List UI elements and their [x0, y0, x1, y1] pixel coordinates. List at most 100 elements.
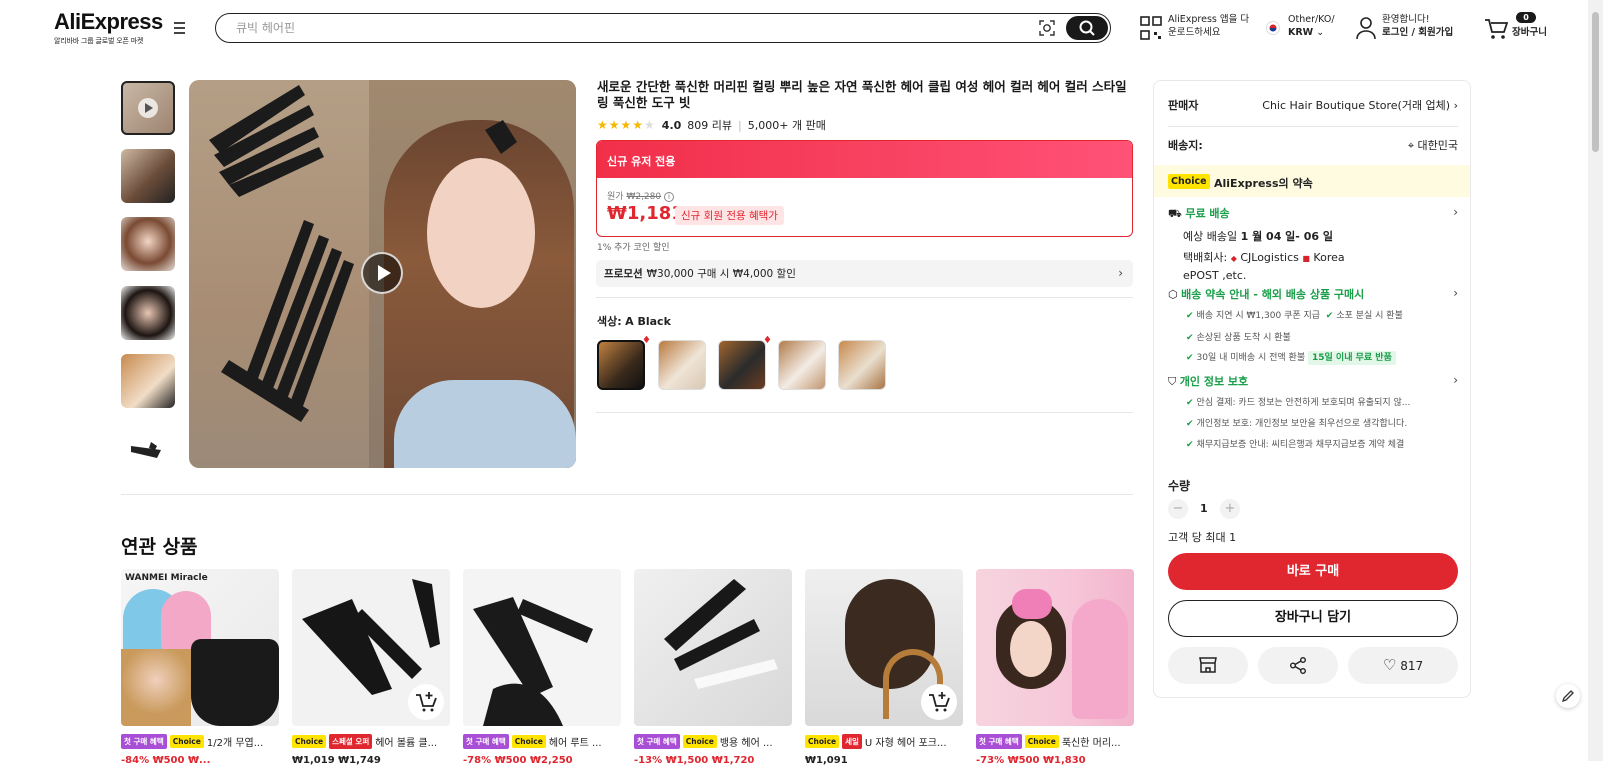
coin-discount-note: 1% 추가 코인 할인 [597, 243, 670, 253]
pink-clip-shape [1012, 589, 1052, 619]
product-name: 헤어 루트 ... [548, 738, 602, 749]
promo-header: 신규 유저 전용 [597, 141, 1132, 178]
sale-badge: 세일 [842, 734, 862, 749]
truck-icon: ⛟ [1168, 207, 1182, 220]
divider [596, 412, 1133, 413]
carrier-epost: ePOST ,etc. [1183, 269, 1247, 282]
product-image[interactable] [463, 569, 621, 726]
video-play-button[interactable] [361, 252, 403, 294]
aliexpress-logo[interactable]: AliExpress 알리바바 그룹 글로벌 오픈 마켓 [54, 9, 163, 46]
privacy-line: ✔ 안심 결제: 카드 정보는 안전하게 보호되며 유출되지 않... [1168, 395, 1458, 408]
wishlist-button[interactable]: ♡ 817 [1348, 647, 1458, 684]
hair-clip-icon [131, 442, 161, 458]
edit-feedback-button[interactable] [1556, 684, 1580, 708]
first-purchase-badge: 첫 구매 혜택 [634, 734, 680, 749]
chevron-right-icon: › [1453, 286, 1458, 300]
color-swatch-a-black[interactable] [597, 340, 645, 390]
info-icon[interactable]: i [663, 192, 674, 202]
related-product-card[interactable]: 첫 구매 혜택 Choice 푹신한 머리... -73% ₩500 ₩1,830 [976, 569, 1134, 766]
privacy-title: 개인 정보 보호 [1179, 375, 1249, 388]
main-product-image[interactable] [189, 80, 576, 468]
image-search-icon[interactable] [1038, 19, 1056, 37]
color-swatch[interactable] [778, 340, 826, 390]
chevron-right-icon: › [1453, 99, 1458, 112]
new-user-promo: 신규 유저 전용 원가 ₩2,280 i ₩1,181 신규 회원 전용 혜택가 [596, 140, 1133, 237]
chevron-right-icon: › [1118, 266, 1123, 280]
sold-count: 5,000+ 개 판매 [747, 119, 826, 132]
share-button[interactable] [1258, 647, 1338, 684]
delivery-promise-section[interactable]: ⬡ 배송 약속 안내 - 해외 배송 상품 구매시 › ✔ 배송 지연 시 ₩1,… [1168, 286, 1458, 365]
carrier-logo-icon: ■ [1302, 254, 1310, 263]
thumbnail-image[interactable] [121, 217, 175, 271]
product-line: 첫 구매 혜택 Choice 뱅용 헤어 ... [634, 734, 792, 749]
seller-label: 판매자 [1168, 99, 1199, 112]
thumbnail-image[interactable] [121, 354, 175, 408]
choice-badge: Choice [169, 735, 204, 748]
related-product-card[interactable]: 첫 구매 혜택 Choice 뱅용 헤어 ... -13% ₩1,500 ₩1,72… [634, 569, 792, 766]
hot-icon: ♦ [642, 335, 651, 346]
product-title: 새로운 간단한 푹신한 머리핀 컬링 뿌리 높은 자연 푹신한 헤어 클립 여성… [597, 79, 1127, 110]
thumbnail-image[interactable] [121, 286, 175, 340]
carrier-cj: CJLogistics [1240, 251, 1299, 264]
product-image[interactable] [634, 569, 792, 726]
carrier-label: 택배회사: [1183, 251, 1228, 264]
menu-icon[interactable] [174, 22, 188, 36]
check-icon: ✔ [1186, 333, 1194, 343]
page-scrollbar-thumb[interactable] [1592, 12, 1599, 152]
check-icon: ✔ [1186, 311, 1194, 321]
promise-line: ✔ 손상된 상품 도착 시 환불 [1168, 330, 1458, 343]
search-button[interactable] [1066, 16, 1108, 40]
first-purchase-badge: 첫 구매 혜택 [121, 734, 167, 749]
related-product-card[interactable]: Choice 세일 U 자형 헤어 포크... ₩1,091 [805, 569, 963, 766]
color-swatch[interactable] [838, 340, 886, 390]
black-comb-shape [191, 639, 279, 726]
quantity-decrease-button[interactable]: − [1168, 499, 1188, 519]
original-price-row: 원가 ₩2,280 i [607, 189, 674, 202]
quantity-label-text: 수량 [1168, 479, 1191, 493]
buy-now-button[interactable]: 바로 구매 [1168, 553, 1458, 590]
search-input[interactable] [236, 20, 996, 36]
region-line1: Other/KO/ [1288, 14, 1335, 25]
model-photo-shape [121, 649, 191, 726]
cart-label: 장바구니 [1512, 27, 1547, 38]
login-signup-link: 로그인 / 회원가입 [1382, 27, 1454, 38]
color-swatch[interactable] [658, 340, 706, 390]
quantity-label: 수량 [1168, 477, 1190, 494]
product-image[interactable] [976, 569, 1134, 726]
add-to-cart-button[interactable] [408, 684, 444, 720]
choice-promise-bar: Choice AliExpress의 약속 [1154, 165, 1470, 197]
quantity-increase-button[interactable]: + [1220, 499, 1240, 519]
thumbnail-video[interactable] [121, 81, 175, 135]
product-image[interactable] [292, 569, 450, 726]
product-line: 첫 구매 혜택 Choice 푹신한 머리... [976, 734, 1134, 749]
related-product-card[interactable]: WANMEI Miracle 첫 구매 혜택 Choice 1/2개 무엽... -… [121, 569, 279, 766]
promotion-bar[interactable]: 프로모션 ₩30,000 구매 시 ₩4,000 할인 › [596, 260, 1133, 287]
product-image[interactable]: WANMEI Miracle [121, 569, 279, 726]
product-image[interactable] [805, 569, 963, 726]
privacy-section[interactable]: ⛉ 개인 정보 보호 › ✔ 안심 결제: 카드 정보는 안전하게 보호되며 유출… [1168, 373, 1458, 450]
logo-tagline: 알리바바 그룹 글로벌 오픈 마켓 [54, 37, 144, 45]
thumbnail-image[interactable] [121, 149, 175, 203]
quantity-value[interactable]: 1 [1200, 502, 1208, 515]
brand-watermark: WANMEI Miracle [125, 573, 208, 583]
product-name: 헤어 볼륨 클... [375, 738, 438, 749]
store-button[interactable] [1168, 647, 1248, 684]
first-purchase-badge: 첫 구매 혜택 [976, 734, 1022, 749]
top-header: AliExpress 알리바바 그룹 글로벌 오픈 마켓 AliExpress … [0, 0, 1588, 56]
product-name: 뱅용 헤어 ... [719, 738, 773, 749]
promotion-text: ₩30,000 구매 시 ₩4,000 할인 [646, 268, 796, 280]
choice-badge: Choice [292, 735, 327, 748]
add-to-cart-button[interactable] [921, 684, 957, 720]
related-product-card[interactable]: Choice 스페셜 오퍼 헤어 볼륨 클... ₩1,019 ₩1,749 [292, 569, 450, 766]
thumbnail-image[interactable] [121, 422, 175, 476]
review-count[interactable]: 809 리뷰 [687, 117, 732, 133]
promise-30day-refund: 30일 내 미배송 시 전액 환불 [1196, 353, 1306, 363]
seller-row[interactable]: 판매자 Chic Hair Boutique Store(거래 업체) › [1168, 97, 1458, 113]
ship-to-row[interactable]: 배송지: ⌖ 대한민국 [1168, 137, 1458, 153]
cart-plus-icon [929, 692, 950, 712]
pencil-icon [1561, 690, 1574, 703]
free-shipping-section[interactable]: ⛟ 무료 배송 › 예상 배송일 1 월 04 일- 06 일 택배회사: ◆ … [1168, 205, 1458, 284]
color-swatch[interactable] [718, 340, 766, 390]
related-product-card[interactable]: 첫 구매 혜택 Choice 헤어 루트 ... -78% ₩500 ₩2,250 [463, 569, 621, 766]
add-to-cart-button[interactable]: 장바구니 담기 [1168, 600, 1458, 637]
